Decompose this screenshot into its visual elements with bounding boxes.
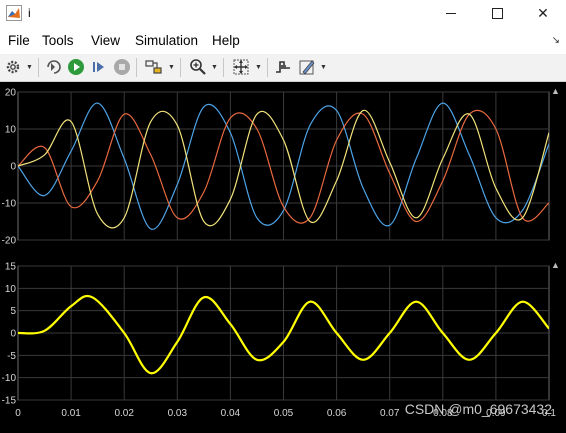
x-tick-label: 0 xyxy=(15,408,21,419)
scope-plot-canvas: 20 10 0 -10 -20 15 10 5 0 -5 -10 -15 0 0.01 0.02 0.03… xyxy=(2,86,560,419)
window-title: i xyxy=(28,6,31,20)
fit-to-view-icon xyxy=(233,59,249,75)
toolbar: ▼ ▼ ▼ ▼ ▼ xyxy=(0,54,566,82)
toolbar-separator xyxy=(180,58,181,77)
menu-view[interactable]: View xyxy=(91,33,120,48)
top-ytick-label: -20 xyxy=(2,236,17,247)
zoom-button[interactable] xyxy=(188,57,208,77)
x-tick-label: 0.03 xyxy=(168,408,188,419)
expand-axes-icon[interactable]: ▲ xyxy=(551,86,560,96)
menu-simulation[interactable]: Simulation xyxy=(135,33,198,48)
highlight-dropdown-icon[interactable]: ▼ xyxy=(168,64,175,71)
zoom-dropdown-icon[interactable]: ▼ xyxy=(211,64,218,71)
bottom-ytick-label: 10 xyxy=(5,284,17,295)
toolbar-separator xyxy=(136,58,137,77)
gear-icon xyxy=(6,60,20,74)
autoscale-dropdown-icon[interactable]: ▼ xyxy=(255,64,262,71)
stop-button[interactable] xyxy=(112,57,132,77)
bottom-ytick-label: -5 xyxy=(7,351,16,362)
close-button[interactable]: ✕ xyxy=(520,0,566,27)
highlight-button[interactable] xyxy=(144,57,164,77)
menu-tools[interactable]: Tools xyxy=(42,33,74,48)
bottom-ytick-label: 5 xyxy=(10,306,16,317)
step-forward-icon xyxy=(93,62,104,72)
autoscale-button[interactable] xyxy=(231,57,251,77)
bottom-ytick-label: -15 xyxy=(2,396,17,407)
maximize-icon xyxy=(491,8,503,19)
menu-file[interactable]: File xyxy=(8,33,30,48)
title-bar: i ✕ xyxy=(0,0,566,27)
bottom-ytick-label: 0 xyxy=(10,329,16,340)
scope-display: 20 10 0 -10 -20 15 10 5 0 -5 -10 -15 0 0.01 0.02 0.03… xyxy=(0,82,566,428)
stop-icon xyxy=(114,59,130,75)
menu-help[interactable]: Help xyxy=(212,33,240,48)
minimize-icon xyxy=(446,13,456,14)
maximize-button[interactable] xyxy=(474,0,520,27)
watermark-text: CSDN @m0_69673432 xyxy=(404,401,552,417)
menu-bar: File Tools View Simulation Help ↘ xyxy=(0,27,566,55)
x-tick-label: 0.04 xyxy=(221,408,241,419)
triggers-button[interactable] xyxy=(273,57,293,77)
settings-button[interactable] xyxy=(3,57,23,77)
x-tick-label: 0.02 xyxy=(114,408,134,419)
top-ytick-label: 0 xyxy=(10,162,16,173)
x-tick-label: 0.05 xyxy=(274,408,294,419)
top-axes-ticks: 20 10 0 -10 -20 xyxy=(2,88,17,247)
bottom-ytick-label: -10 xyxy=(2,373,17,384)
bottom-ytick-label: 15 xyxy=(5,262,17,273)
close-icon: ✕ xyxy=(537,5,549,21)
settings-dropdown-icon[interactable]: ▼ xyxy=(26,64,33,71)
x-tick-label: 0.06 xyxy=(327,408,347,419)
play-icon xyxy=(68,59,84,75)
style-button[interactable] xyxy=(297,57,317,77)
edit-style-icon xyxy=(299,60,315,75)
x-tick-label: 0.07 xyxy=(380,408,400,419)
simulink-highlight-icon xyxy=(145,60,162,74)
step-back-icon xyxy=(47,60,61,74)
toolbar-separator xyxy=(223,58,224,77)
run-button[interactable] xyxy=(66,57,86,77)
zoom-in-icon xyxy=(190,59,206,75)
undock-arrow-icon[interactable]: ↘ xyxy=(552,35,560,46)
toolbar-separator xyxy=(267,58,268,77)
matlab-logo-icon xyxy=(6,5,22,21)
top-ytick-label: -10 xyxy=(2,199,17,210)
toolbar-separator xyxy=(38,58,39,77)
top-ytick-label: 10 xyxy=(5,125,17,136)
bottom-axes-ticks: 15 10 5 0 -5 -10 -15 xyxy=(2,262,17,407)
style-dropdown-icon[interactable]: ▼ xyxy=(320,64,327,71)
x-tick-label: 0.01 xyxy=(61,408,81,419)
top-ytick-label: 20 xyxy=(5,88,17,99)
expand-axes-icon[interactable]: ▲ xyxy=(551,260,560,270)
step-back-button[interactable] xyxy=(44,57,64,77)
step-forward-button[interactable] xyxy=(89,57,109,77)
trigger-icon xyxy=(276,61,290,73)
minimize-button[interactable] xyxy=(428,0,474,27)
